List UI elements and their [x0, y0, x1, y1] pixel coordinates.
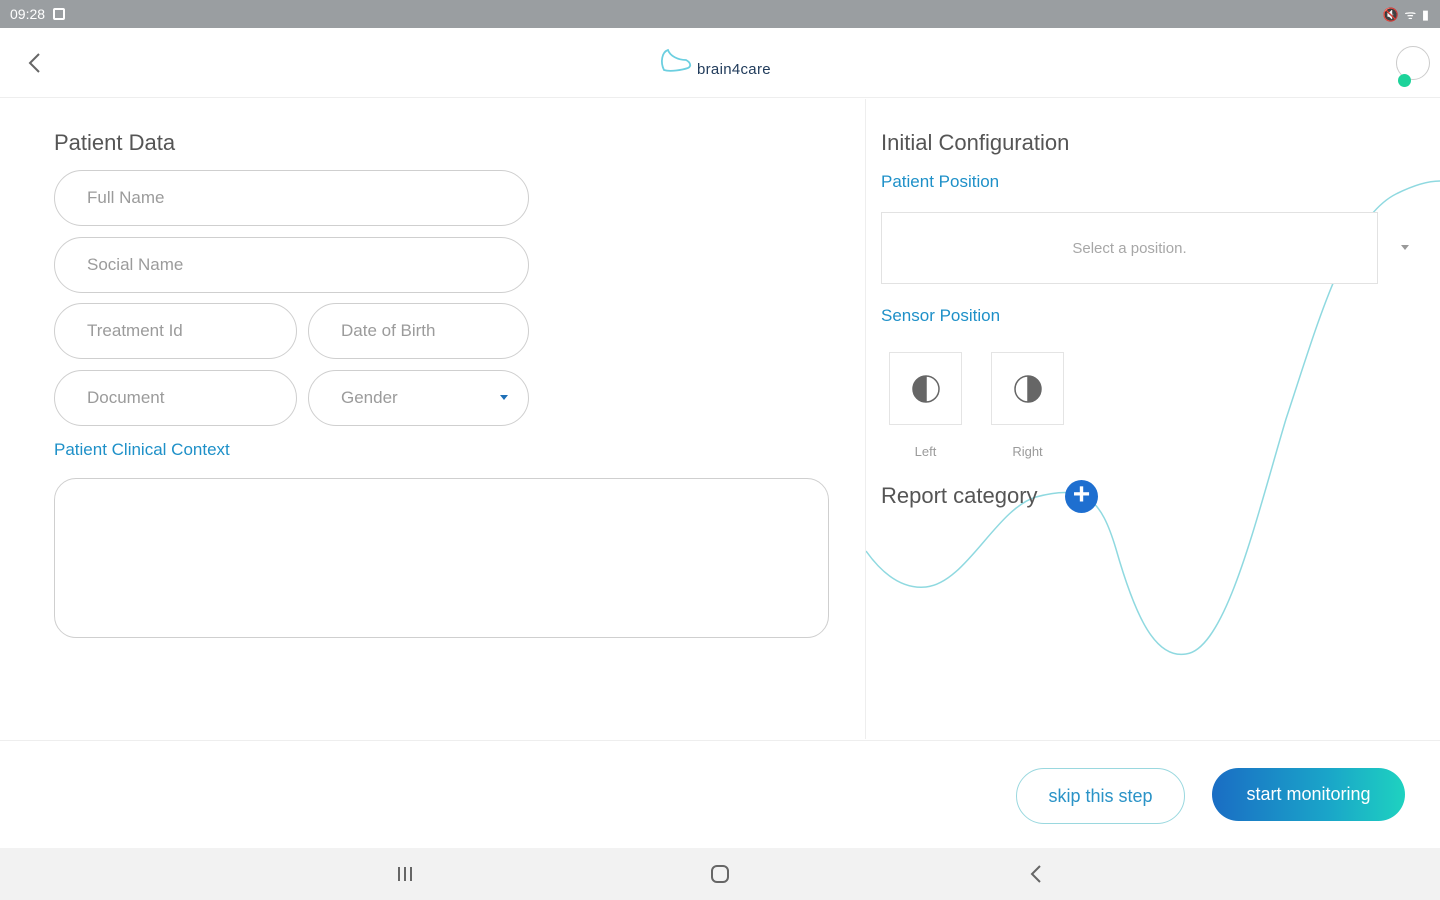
clinical-context-textarea[interactable] — [55, 479, 828, 637]
sensor-left-icon — [911, 374, 940, 403]
clinical-context-box — [54, 478, 829, 638]
footer: skip this step start monitoring — [0, 740, 1440, 848]
report-category-label: Report category — [881, 483, 1038, 508]
sensor-left-button[interactable] — [889, 352, 962, 425]
sensor-left-label: Left — [914, 444, 937, 459]
gender-select[interactable]: Gender — [308, 370, 529, 426]
patient-data-panel: Patient Data Gender Patient Clinical Con… — [0, 99, 866, 739]
social-name-field — [54, 237, 529, 293]
date-of-birth-field — [308, 303, 529, 359]
document-field — [54, 370, 297, 426]
recent-apps-icon — [398, 867, 412, 881]
gender-label: Gender — [341, 388, 398, 407]
home-icon — [711, 865, 729, 883]
social-name-input[interactable] — [55, 238, 528, 292]
nav-back-button[interactable] — [1024, 862, 1048, 886]
start-monitoring-button[interactable]: start monitoring — [1212, 768, 1405, 821]
full-name-field — [54, 170, 529, 226]
document-input[interactable] — [55, 371, 296, 425]
system-nav-bar — [0, 848, 1440, 900]
skip-step-button[interactable]: skip this step — [1016, 768, 1185, 824]
initial-configuration-panel: Initial Configuration Patient Position S… — [866, 99, 1440, 739]
treatment-id-input[interactable] — [55, 304, 296, 358]
treatment-id-field — [54, 303, 297, 359]
nav-back-icon — [1030, 865, 1041, 883]
sensor-position-label: Sensor Position — [881, 306, 1001, 325]
back-button[interactable] — [20, 48, 50, 78]
sensor-right-button[interactable] — [991, 352, 1064, 425]
sensor-right-icon — [1013, 374, 1042, 403]
sensor-right-label: Right — [1012, 444, 1043, 459]
home-button[interactable] — [708, 862, 732, 886]
date-of-birth-input[interactable] — [309, 304, 528, 358]
system-icons: 🔇 ᯤ ▮ — [1382, 7, 1430, 22]
status-time: 09:28 — [10, 6, 46, 22]
caret-down-icon — [500, 395, 508, 400]
recent-apps-button[interactable] — [393, 862, 417, 886]
caret-down-icon[interactable] — [1401, 245, 1409, 250]
online-status-indicator — [1398, 74, 1411, 87]
back-icon — [28, 53, 40, 73]
position-placeholder: Select a position. — [1072, 239, 1187, 257]
status-bar: 09:28 🔇 ᯤ ▮ — [0, 0, 1440, 28]
add-report-category-button[interactable]: + — [1065, 480, 1098, 513]
initial-configuration-title: Initial Configuration — [881, 130, 1070, 155]
logo-text: brain4care — [697, 61, 771, 78]
patient-position-label: Patient Position — [881, 172, 1000, 191]
full-name-input[interactable] — [55, 171, 528, 225]
app-header: brain4care — [0, 28, 1440, 98]
patient-data-title: Patient Data — [54, 130, 176, 155]
plus-icon: + — [1072, 478, 1091, 511]
patient-position-select[interactable]: Select a position. — [881, 212, 1378, 284]
gallery-notification-icon — [53, 8, 66, 20]
clinical-context-label: Patient Clinical Context — [54, 440, 230, 459]
